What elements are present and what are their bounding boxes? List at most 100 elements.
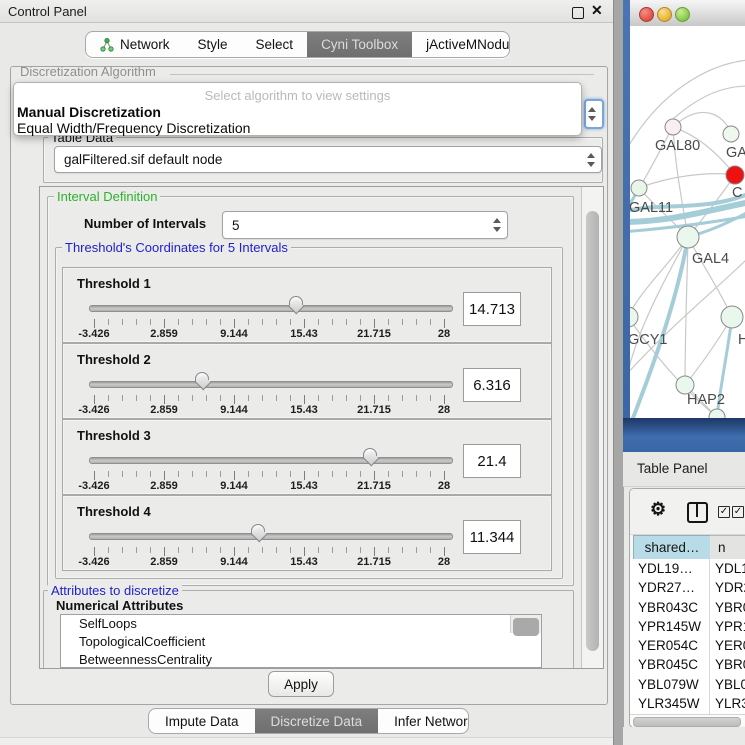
minimize-traffic-light-icon[interactable] <box>657 7 672 22</box>
scrollbar-thumb[interactable] <box>586 211 599 651</box>
table-row[interactable]: YBR045CYBR0 <box>630 655 745 674</box>
slider-scale-label: 15.43 <box>290 556 318 568</box>
numerical-attributes-list[interactable]: SelfLoopsTopologicalCoefficientBetweenne… <box>60 614 542 668</box>
threshold-value-input[interactable] <box>463 520 521 554</box>
tab-cyni-toolbox[interactable]: Cyni Toolbox <box>307 32 412 57</box>
cell-name: YER0 <box>715 638 745 653</box>
checkbox-icon[interactable]: ✓ <box>718 506 730 518</box>
list-scrollbar[interactable] <box>510 615 541 633</box>
threshold-slider[interactable] <box>89 457 453 464</box>
slider-scale-label: 2.859 <box>150 328 178 340</box>
gear-icon[interactable]: ⚙ <box>650 500 666 518</box>
table-row[interactable]: YPR145WYPR1 <box>630 617 745 636</box>
table-toolbar: ⚙ ✓ ✓ <box>630 489 745 535</box>
cell-name: YBL0 <box>715 677 745 692</box>
attribute-list-item[interactable]: SelfLoops <box>61 615 541 633</box>
checkbox-icon[interactable]: ✓ <box>732 506 744 518</box>
scrollbar-thumb[interactable] <box>513 618 539 636</box>
float-window-icon[interactable] <box>572 7 584 19</box>
scrollbar-thumb[interactable] <box>633 717 741 727</box>
table-panel: ⚙ ✓ ✓ shared… n YDL19…YDL1YDR27…YDR2YBR0… <box>629 488 745 728</box>
close-icon[interactable]: ✕ <box>591 2 603 19</box>
threshold-slider[interactable] <box>89 381 453 388</box>
table-row[interactable]: YDL19…YDL1 <box>630 559 745 578</box>
slider-scale-label: 15.43 <box>290 404 318 416</box>
table-data-combobox[interactable]: galFiltered.sif default node <box>54 146 602 173</box>
stepper-arrows-icon <box>493 218 502 232</box>
slider-scale-label: 21.715 <box>357 404 391 416</box>
table-row[interactable]: YBR043C YBR0 <box>630 598 745 617</box>
horizontal-scrollbar[interactable] <box>630 714 745 726</box>
threshold-panel-3: Threshold 3 -3.4262.8599.14415.4321.7152… <box>62 419 552 495</box>
tab-network[interactable]: Network <box>86 32 184 57</box>
thresholds-group-label: Threshold's Coordinates for 5 Intervals <box>62 240 291 255</box>
vertical-scrollbar[interactable] <box>581 187 603 668</box>
network-node-label: GAL80 <box>655 138 700 154</box>
slider-scale-label: -3.426 <box>78 480 109 492</box>
slider-scale: -3.4262.8599.14415.4321.71528 <box>94 404 446 416</box>
cell-name: YDL1 <box>715 561 745 576</box>
network-node-label: C <box>732 185 742 201</box>
slider-thumb[interactable] <box>289 296 303 316</box>
apply-button[interactable]: Apply <box>268 671 334 697</box>
network-node[interactable] <box>665 119 681 135</box>
threshold-panel-2: Threshold 2 -3.4262.8599.14415.4321.7152… <box>62 343 552 419</box>
cell-name: YBR0 <box>715 600 745 615</box>
slider-scale-label: 21.715 <box>357 556 391 568</box>
column-header-name[interactable]: n <box>710 535 745 560</box>
threshold-slider[interactable] <box>89 305 453 312</box>
cell-name: YBR0 <box>715 657 745 672</box>
tab-style[interactable]: Style <box>184 32 242 57</box>
cell-shared-name: YBL079W <box>638 677 699 692</box>
table-row[interactable]: YBL079W YBL0 <box>630 675 745 694</box>
slider-thumb[interactable] <box>195 372 209 392</box>
number-of-intervals-combobox[interactable]: 5 <box>222 211 508 239</box>
tab-impute-data[interactable]: Impute Data <box>149 709 255 733</box>
network-node[interactable] <box>726 166 744 184</box>
network-node[interactable] <box>631 180 647 196</box>
network-node[interactable] <box>677 226 699 248</box>
table-row[interactable]: YDR27…YDR2 <box>630 578 745 597</box>
split-columns-icon[interactable] <box>687 502 708 523</box>
network-canvas[interactable]: GAL80GACGAL11GAL4GCY1HHAP2 <box>630 26 745 418</box>
network-node[interactable] <box>709 409 725 418</box>
threshold-slider[interactable] <box>89 533 453 540</box>
tab-jactivemnodules[interactable]: jActiveMNodules <box>412 32 510 57</box>
cell-shared-name: YLR345W <box>638 696 700 711</box>
column-header-shared[interactable]: shared… <box>633 535 711 560</box>
stepper-arrows-icon <box>587 153 596 167</box>
slider-scale: -3.4262.8599.14415.4321.71528 <box>94 328 446 340</box>
threshold-panel-1: Threshold 1 -3.4262.8599.14415.4321.7152… <box>62 267 552 343</box>
table-data-value: galFiltered.sif default node <box>64 152 222 167</box>
dropdown-option-equal-width[interactable]: Equal Width/Frequency Discretization <box>17 120 250 136</box>
tab-select[interactable]: Select <box>242 32 308 57</box>
cell-shared-name: YBR043C <box>638 600 698 615</box>
close-traffic-light-icon[interactable] <box>639 7 654 22</box>
tab-discretize-data[interactable]: Discretize Data <box>255 709 379 733</box>
cell-name: YDR2 <box>715 580 745 595</box>
slider-scale-label: 28 <box>438 404 450 416</box>
attribute-list-item[interactable]: BetweennessCentrality <box>61 651 541 668</box>
table-row[interactable]: YLR345WYLR3 <box>630 694 745 713</box>
algorithm-combo-stepper[interactable] <box>584 99 604 129</box>
network-node[interactable] <box>721 306 743 328</box>
threshold-value-input[interactable] <box>463 444 521 478</box>
network-tab-icon <box>100 38 114 52</box>
cell-name: YPR1 <box>715 619 745 634</box>
slider-thumb[interactable] <box>363 448 377 468</box>
table-rows[interactable]: YDL19…YDL1YDR27…YDR2 YBR043C YBR0 YPR145WYP… <box>630 559 745 714</box>
zoom-traffic-light-icon[interactable] <box>675 7 690 22</box>
network-window-titlebar[interactable] <box>630 0 745 27</box>
attribute-list-item[interactable]: TopologicalCoefficient <box>61 633 541 651</box>
dropdown-option-manual-discretization[interactable]: Manual Discretization <box>17 104 161 120</box>
table-row[interactable]: YER054CYER0 <box>630 636 745 655</box>
threshold-value-input[interactable] <box>463 292 521 326</box>
network-node[interactable] <box>723 126 739 142</box>
dropdown-placeholder: Select algorithm to view settings <box>14 88 581 103</box>
tab-infer-network[interactable]: Infer Network <box>378 709 469 733</box>
network-node[interactable] <box>630 307 638 327</box>
threshold-value-input[interactable] <box>463 368 521 402</box>
slider-ticks <box>94 319 446 325</box>
slider-thumb[interactable] <box>251 524 265 544</box>
network-node-label: GA <box>726 145 745 161</box>
